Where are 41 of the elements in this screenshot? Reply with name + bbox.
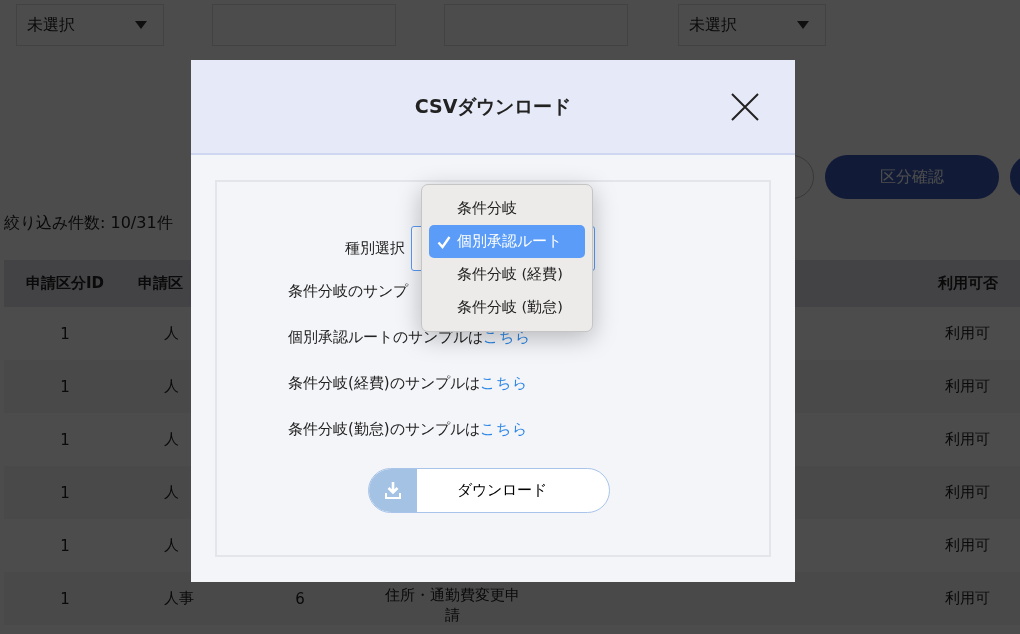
table-cell: 1 xyxy=(60,483,70,502)
checkmark-icon xyxy=(437,234,451,249)
column-header: 利用可否 xyxy=(937,274,998,292)
sample-text: 条件分岐のサンプ xyxy=(288,281,408,302)
sample-link[interactable]: こちら xyxy=(479,374,528,392)
type-label: 種別選択 xyxy=(345,239,405,258)
table-cell: 6 xyxy=(295,589,305,608)
table-cell: 利用可 xyxy=(945,430,990,448)
table-cell: 利用可 xyxy=(945,589,990,607)
table-cell: 1 xyxy=(60,377,70,396)
table-cell: 人事 xyxy=(164,589,194,607)
table-cell: 人 xyxy=(164,324,179,342)
table-cell: 住所・通勤費変更申請 xyxy=(385,586,520,624)
dropdown-option[interactable]: 個別承認ルート xyxy=(429,225,585,258)
sample-text: 個別承認ルートのサンプルはこちら xyxy=(288,327,531,348)
table-cell: 1 xyxy=(60,324,70,343)
table-cell: 人 xyxy=(164,377,179,395)
sample-text: 条件分岐(経費)のサンプルはこちら xyxy=(288,373,528,394)
table-cell: 人 xyxy=(164,430,179,448)
download-icon xyxy=(385,482,401,499)
sample-link[interactable]: こちら xyxy=(479,420,528,438)
modal-title: CSVダウンロード xyxy=(414,93,572,119)
filter-count: 絞り込み件数: 10/31件 xyxy=(4,213,173,234)
column-header: 申請区分ID xyxy=(25,274,104,292)
table-cell: 1 xyxy=(60,536,70,555)
table-cell: 利用可 xyxy=(945,324,990,342)
table-cell: 1 xyxy=(60,430,70,449)
table-cell: 利用可 xyxy=(945,536,990,554)
table-cell: 人 xyxy=(164,536,179,554)
table-cell: 利用可 xyxy=(945,483,990,501)
column-header: 申請区 xyxy=(138,274,183,292)
sample-text: 条件分岐(勤怠)のサンプルはこちら xyxy=(288,419,528,440)
close-icon[interactable] xyxy=(731,93,759,121)
dropdown-option[interactable]: 条件分岐 xyxy=(429,192,585,225)
sample-link[interactable]: こちら xyxy=(483,328,531,346)
dropdown-option[interactable]: 条件分岐 (経費) xyxy=(429,258,585,291)
table-cell: 利用可 xyxy=(945,377,990,395)
table-cell: 人 xyxy=(164,483,179,501)
download-button[interactable]: ダウンロード xyxy=(368,468,610,513)
dropdown-option[interactable]: 条件分岐 (勤怠) xyxy=(429,291,585,324)
table-cell: 1 xyxy=(60,589,70,608)
